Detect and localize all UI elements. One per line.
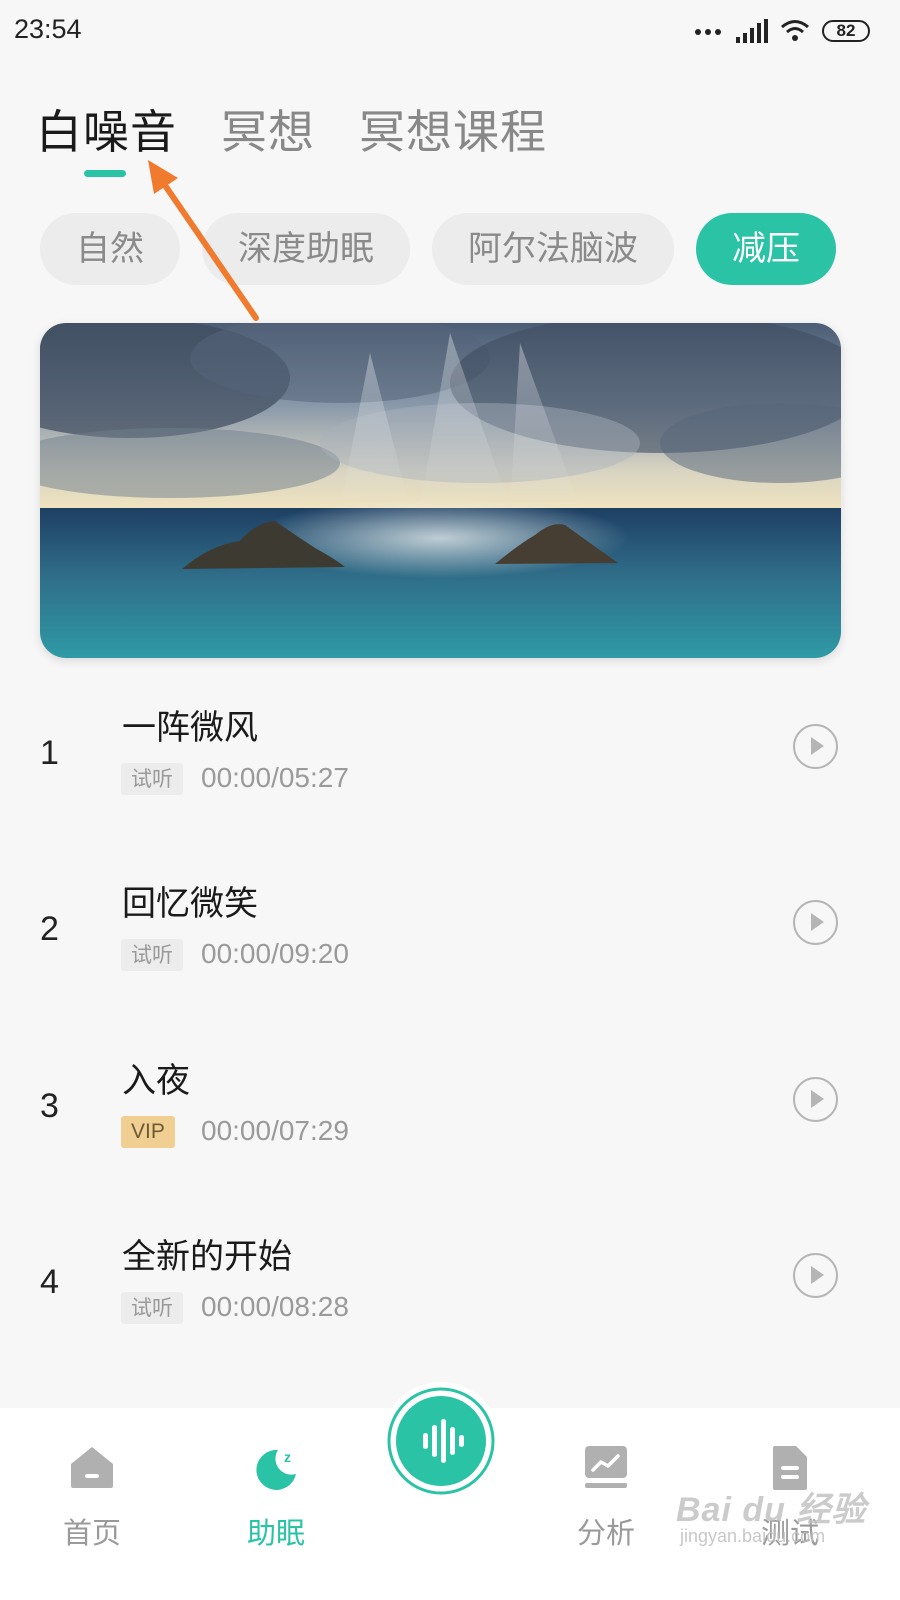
sound-wave-icon [387,1387,495,1495]
vip-badge: VIP [121,1116,175,1148]
chip-stress-relief[interactable]: 减压 [696,213,836,285]
banner-image[interactable] [40,323,841,658]
watermark: Bai du 经验 jingyan.baidu.com [676,1482,876,1556]
track-title: 一阵微风 [122,708,258,748]
chart-analysis-icon [585,1446,627,1488]
track-title: 回忆微笑 [122,884,258,924]
track-number: 1 [40,734,59,772]
track-number: 4 [40,1263,59,1301]
status-bar: 23:54 82 [0,0,900,62]
nav-sleep-label: 助眠 [246,1516,305,1550]
tab-active-indicator [84,170,126,177]
chip-nature[interactable]: 自然 [40,213,180,285]
play-icon [811,1266,824,1284]
tab-meditation-course[interactable]: 冥想课程 [359,96,547,162]
track-title: 入夜 [122,1061,190,1101]
track-time: 00:00/09:20 [201,938,349,969]
track-row[interactable]: 2 回忆微笑 试听 00:00/09:20 [0,876,900,1052]
nav-sleep[interactable]: z 助眠 [216,1408,336,1600]
track-time: 00:00/08:28 [201,1291,349,1322]
play-button[interactable] [793,1077,838,1122]
track-number: 2 [40,910,59,948]
more-dots-icon [695,29,721,35]
preview-badge: 试听 [121,939,183,971]
home-icon [71,1447,113,1488]
category-chips: 自然 深度助眠 阿尔法脑波 减压 [40,213,900,289]
ocean-islands-illustration [40,323,841,658]
nav-home-label: 首页 [62,1516,121,1550]
play-icon [811,1090,824,1108]
nav-home[interactable]: 首页 [32,1408,152,1600]
play-button[interactable] [793,900,838,945]
top-tabs: 白噪音 冥想 冥想课程 [36,96,547,162]
track-row[interactable]: 4 全新的开始 试听 00:00/08:28 [0,1229,900,1405]
status-time: 23:54 [14,14,82,44]
moon-sleep-icon: z [256,1449,296,1490]
play-button[interactable] [793,1253,838,1298]
signal-icon [736,19,768,43]
play-icon [811,913,824,931]
battery-level: 82 [836,21,856,40]
chip-deep-sleep[interactable]: 深度助眠 [202,213,410,285]
play-button[interactable] [793,724,838,769]
wifi-icon [781,20,809,41]
track-row[interactable]: 3 入夜 VIP 00:00/07:29 [0,1053,900,1229]
track-number: 3 [40,1087,59,1125]
track-row[interactable]: 1 一阵微风 试听 00:00/05:27 [0,700,900,876]
center-play-button[interactable] [385,1385,497,1497]
nav-analysis[interactable]: 分析 [546,1408,666,1600]
nav-analysis-label: 分析 [576,1516,635,1550]
status-icons: 82 [694,15,870,47]
watermark-url: jingyan.baidu.com [680,1526,826,1546]
track-time: 00:00/07:29 [201,1115,349,1146]
svg-text:z: z [284,1449,291,1465]
preview-badge: 试听 [121,763,183,795]
play-icon [811,737,824,755]
tab-meditation[interactable]: 冥想 [221,96,315,162]
chip-alpha-waves[interactable]: 阿尔法脑波 [432,213,674,285]
battery-indicator: 82 [822,20,870,42]
tab-white-noise[interactable]: 白噪音 [36,96,177,162]
preview-badge: 试听 [121,1292,183,1324]
watermark-logo: Bai du 经验 [676,1491,867,1529]
track-time: 00:00/05:27 [201,762,349,793]
track-title: 全新的开始 [122,1237,292,1277]
